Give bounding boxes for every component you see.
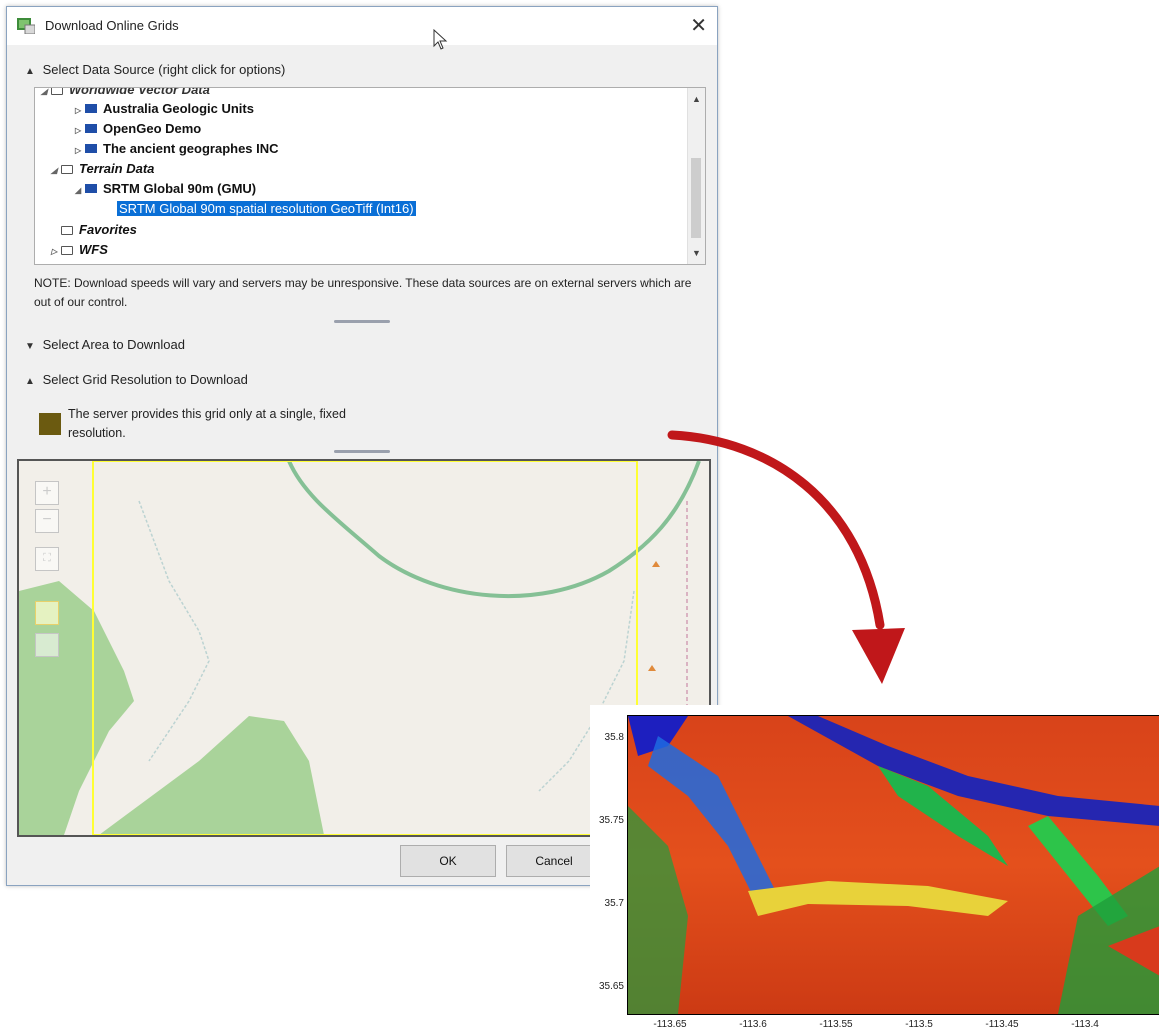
folder-icon — [61, 246, 73, 255]
draw-polygon-icon[interactable] — [35, 601, 59, 625]
app-grid-icon — [17, 18, 35, 34]
tree-item-srtm-global-90m[interactable]: ◢ SRTM Global 90m (GMU) — [75, 181, 256, 196]
zoom-extent-icon[interactable]: ⛶ — [35, 547, 59, 571]
tree-item-label: Favorites — [79, 222, 137, 237]
tree-item-ancient-geographes[interactable]: ▷ The ancient geographes INC — [75, 141, 279, 156]
x-tick-label: -113.6 — [739, 1019, 767, 1030]
server-icon — [85, 144, 97, 153]
x-tick-label: -113.4 — [1071, 1019, 1099, 1030]
section-area-label: Select Area to Download — [42, 337, 185, 352]
tree-item-label: Worldwide Vector Data — [69, 87, 210, 97]
expand-arrow-icon: ◢ — [41, 87, 48, 96]
y-tick-label: 35.7 — [604, 898, 624, 909]
tree-folder-clipped[interactable]: ◢ Worldwide Vector Data — [41, 87, 210, 97]
draw-rectangle-icon[interactable] — [35, 633, 59, 657]
tree-scrollbar[interactable]: ▲ ▼ — [687, 88, 705, 264]
selection-box[interactable] — [92, 461, 638, 835]
tree-item-label: Australia Geologic Units — [103, 101, 254, 116]
server-icon — [85, 104, 97, 113]
tree-item-label: WFS — [79, 242, 108, 257]
chevron-down-icon: ▼ — [25, 341, 35, 352]
section-resolution-label: Select Grid Resolution to Download — [42, 372, 248, 387]
collapse-arrow-icon: ▷ — [75, 106, 82, 115]
note-text: NOTE: Download speeds will vary and serv… — [34, 276, 692, 309]
tree-item-label: OpenGeo Demo — [103, 121, 202, 136]
resolution-text: The server provides this grid only at a … — [68, 405, 378, 443]
grid-resolution-icon — [39, 413, 61, 435]
y-tick-label: 35.65 — [598, 981, 624, 992]
scroll-up-icon[interactable]: ▲ — [692, 94, 701, 104]
dialog-title: Download Online Grids — [45, 18, 179, 33]
collapse-arrow-icon: ▷ — [75, 146, 82, 155]
tree-item-label: Terrain Data — [79, 161, 155, 176]
x-tick-label: -113.65 — [653, 1019, 687, 1030]
y-tick-label: 35.75 — [598, 815, 624, 826]
title-bar[interactable]: Download Online Grids ✕ — [7, 7, 717, 45]
zoom-out-button[interactable]: − — [35, 509, 59, 533]
tree-item-label: SRTM Global 90m (GMU) — [103, 181, 257, 196]
scroll-thumb[interactable] — [691, 158, 701, 238]
section-data-source[interactable]: ▲ Select Data Source (right click for op… — [25, 62, 285, 77]
collapse-arrow-icon: ▷ — [51, 247, 58, 256]
y-tick-label: 35.8 — [604, 732, 624, 743]
zoom-in-button[interactable]: + — [35, 481, 59, 505]
server-icon — [85, 184, 97, 193]
pane-splitter-2[interactable] — [334, 450, 390, 453]
cancel-button[interactable]: Cancel — [506, 845, 602, 877]
data-source-tree[interactable]: ◢ Worldwide Vector Data ▷ Australia Geolog… — [34, 87, 706, 265]
scroll-down-icon[interactable]: ▼ — [692, 248, 701, 258]
mouse-cursor-icon — [433, 29, 448, 50]
dem-plot-area — [627, 715, 1159, 1015]
chevron-up-icon: ▲ — [25, 376, 35, 387]
tree-item-opengeo-demo[interactable]: ▷ OpenGeo Demo — [75, 121, 201, 136]
section-data-source-label: Select Data Source (right click for opti… — [42, 62, 286, 77]
close-icon[interactable]: ✕ — [690, 13, 707, 38]
x-tick-label: -113.55 — [819, 1019, 853, 1030]
stream-line — [138, 500, 210, 762]
section-resolution[interactable]: ▲ Select Grid Resolution to Download — [25, 372, 248, 387]
section-area[interactable]: ▼ Select Area to Download — [25, 337, 185, 352]
tree-folder-terrain-data[interactable]: ◢ Terrain Data — [51, 161, 154, 176]
peak-marker-icon — [648, 665, 656, 671]
x-tick-label: -113.45 — [985, 1019, 1019, 1030]
peak-marker-icon — [652, 561, 660, 567]
expand-arrow-icon: ◢ — [51, 166, 58, 175]
resolution-text-content: The server provides this grid only at a … — [68, 407, 346, 440]
server-icon — [85, 124, 97, 133]
collapse-arrow-icon: ▷ — [75, 126, 82, 135]
x-tick-label: -113.5 — [905, 1019, 933, 1030]
folder-icon — [61, 226, 73, 235]
tree-item-australia-geologic-units[interactable]: ▷ Australia Geologic Units — [75, 101, 254, 116]
dem-heatmap — [628, 716, 1159, 1014]
tree-item-label: The ancient geographes INC — [103, 141, 279, 156]
dem-output-chart: 35.8 35.75 35.7 35.65 -113.65 -113.6 -11… — [590, 705, 1159, 1032]
tree-item-label: SRTM Global 90m spatial resolution GeoTi… — [117, 201, 416, 216]
chevron-up-icon: ▲ — [25, 66, 35, 77]
park-area — [99, 716, 324, 835]
tree-item-srtm-geotiff-selected[interactable]: SRTM Global 90m spatial resolution GeoTi… — [117, 201, 416, 216]
folder-icon — [61, 165, 73, 174]
expand-arrow-icon: ◢ — [75, 186, 82, 195]
tree-folder-favorites[interactable]: Favorites — [61, 222, 137, 237]
ok-button[interactable]: OK — [400, 845, 496, 877]
pane-splitter[interactable] — [334, 320, 390, 323]
tree-folder-wfs[interactable]: ▷ WFS — [51, 242, 108, 257]
folder-icon — [51, 88, 63, 95]
